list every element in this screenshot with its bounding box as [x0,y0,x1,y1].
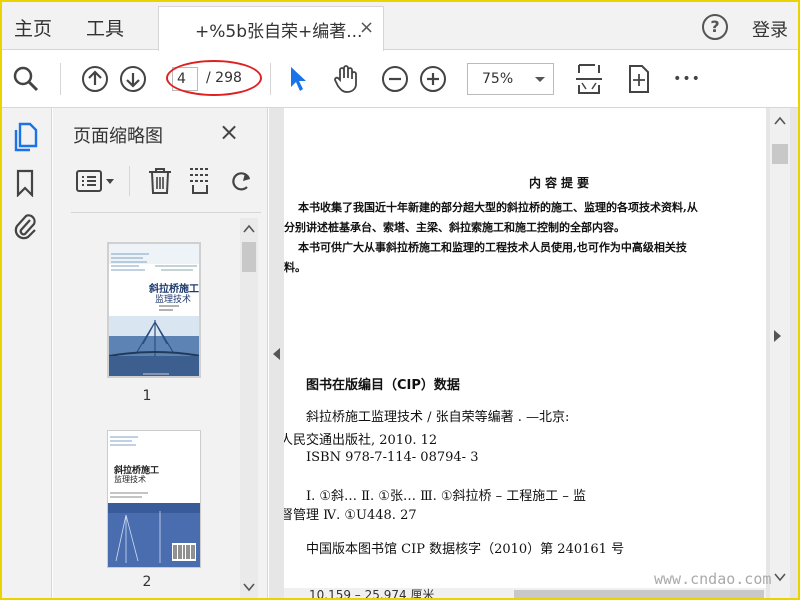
thumbnail-scrollbar[interactable] [240,218,258,600]
tab-close-icon[interactable]: × [359,17,374,38]
cip-title: 图书在版编目（CIP）数据 [306,378,460,393]
scroll-down-icon[interactable] [770,570,790,584]
red-annotation-oval [166,60,262,96]
search-icon[interactable] [10,63,42,95]
scroll-up-icon[interactable] [770,114,790,128]
cover-subtitle: 监理技术 [114,475,146,484]
thumbnail-panel: 页面缩略图 × 斜拉桥施工 监理技术 1 斜拉桥施工 监理技术 2 [53,108,268,600]
scroll-down-icon[interactable] [240,580,258,594]
toolbar: 4 / 298 75% ••• [0,51,800,108]
summary-title: 内容提要 [529,176,594,190]
thumbnail-options-icon[interactable] [75,166,115,196]
fit-page-icon[interactable] [574,63,604,95]
hand-tool-icon[interactable] [330,63,362,95]
summary-line: 本书可供广大从事斜拉桥施工和监理的工程技术人员使用,也可作为中高级相关技 [298,241,687,254]
tab-document-title: +%5b张自荣+编著... [195,22,363,42]
close-icon[interactable]: × [219,118,239,146]
tab-tools[interactable]: 工具 [86,14,124,41]
panel-divider [71,212,261,213]
bookmark-icon[interactable] [10,168,40,198]
toolbar-divider [270,63,271,95]
toolbar-divider [60,63,61,95]
cip-isbn: ISBN 978-7-114- 08794- 3 [306,450,479,465]
watermark: www.cndao.com [654,570,772,588]
cip-record: 中国版本图书馆 CIP 数据核字（2010）第 240161 号 [306,542,625,557]
rotate-view-icon[interactable] [624,63,654,95]
book-cover-2 [108,431,200,567]
expand-panel-icon[interactable] [774,330,781,342]
thumbnail-label: 1 [142,388,152,404]
page-navigator: 4 / 298 [166,60,262,96]
page-thumbnail-1[interactable]: 斜拉桥施工 监理技术 [107,242,201,378]
zoom-out-icon[interactable] [380,63,410,95]
tab-bar: 主页 工具 +%5b张自荣+编著... × ? 登录 [0,0,800,51]
summary-line: 本书收集了我国近十年新建的部分超大型的斜拉桥的施工、监理的各项技术资料,从 [298,201,698,214]
tab-document[interactable]: +%5b张自荣+编著... × [158,6,384,51]
cip-line: Ⅰ. ①斜… Ⅱ. ①张… Ⅲ. ①斜拉桥 – 工程施工 – 监 [306,489,587,504]
summary-line: 分别讲述桩基承台、索塔、主梁、斜拉索施工和施工控制的全部内容。 [284,221,625,234]
delete-icon[interactable] [147,166,173,196]
document-page: 内容提要 本书收集了我国近十年新建的部分超大型的斜拉桥的施工、监理的各项技术资料… [284,108,766,588]
left-rail [0,108,52,600]
document-scrollbar[interactable] [770,108,790,600]
cip-line: 督管理 Ⅳ. ①U448. 27 [284,508,417,523]
panel-title: 页面缩略图 [73,126,163,147]
help-icon[interactable]: ? [702,14,728,40]
zoom-select[interactable]: 75% [467,63,554,95]
thumbnail-list: 斜拉桥施工 监理技术 1 斜拉桥施工 监理技术 2 [53,218,241,600]
thumbnail-label: 2 [142,574,152,590]
page-thumbnail-2[interactable]: 斜拉桥施工 监理技术 [107,430,201,568]
cip-line: 斜拉桥施工监理技术 / 张自荣等编著 . —北京: [306,410,570,425]
scrollbar-thumb[interactable] [242,242,256,272]
summary-line: 料。 [284,261,306,274]
scrollbar-thumb[interactable] [514,590,764,598]
previous-page-icon[interactable] [80,63,110,95]
zoom-in-icon[interactable] [418,63,448,95]
page-display-icon[interactable] [187,166,213,196]
collapse-panel-icon[interactable] [273,348,280,360]
cip-line: 人民交通出版社, 2010. 12 [284,433,438,448]
page-size-readout: 10.159 – 25.974 厘米 [309,588,435,600]
page-thumbnails-icon[interactable] [10,122,40,152]
attachment-icon[interactable] [10,212,40,242]
scrollbar-thumb[interactable] [772,144,788,164]
document-viewer: 内容提要 本书收集了我国近十年新建的部分超大型的斜拉桥的施工、监理的各项技术资料… [269,108,800,600]
cover-subtitle: 监理技术 [155,295,192,305]
chevron-down-icon [535,77,545,82]
toolbar-divider [129,166,130,196]
login-button[interactable]: 登录 [752,16,788,42]
select-cursor-icon[interactable] [284,63,312,95]
scroll-up-icon[interactable] [240,222,258,236]
next-page-icon[interactable] [118,63,148,95]
more-options-icon[interactable]: ••• [672,63,702,95]
rotate-icon[interactable] [229,166,253,196]
book-cover-1 [109,244,199,376]
zoom-value: 75% [482,71,514,87]
tab-home[interactable]: 主页 [14,14,52,41]
